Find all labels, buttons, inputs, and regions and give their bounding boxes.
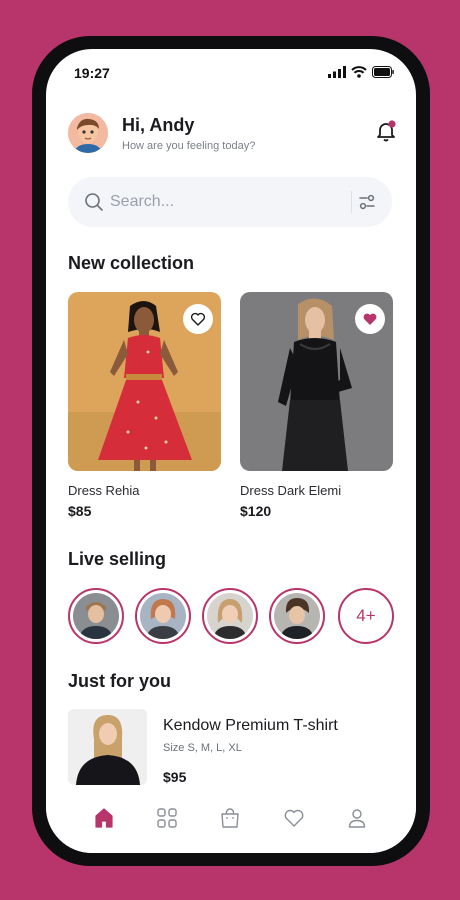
signal-icon xyxy=(328,66,346,78)
search-icon xyxy=(85,193,103,211)
phone-frame: 19:27 Hi, Andy How are you feeling today… xyxy=(32,36,430,866)
heart-filled-icon xyxy=(363,313,377,325)
new-collection-title: New collection xyxy=(68,253,195,273)
search-input[interactable] xyxy=(110,191,330,213)
tab-categories[interactable] xyxy=(154,805,180,831)
product-image xyxy=(68,292,221,471)
just-for-you-title: Just for you xyxy=(68,671,172,691)
status-bar: 19:27 xyxy=(46,49,416,99)
home-icon xyxy=(95,808,113,828)
status-time: 19:27 xyxy=(74,65,110,81)
grid-icon xyxy=(157,808,177,828)
app-screen: 19:27 Hi, Andy How are you feeling today… xyxy=(46,49,416,853)
bell-icon xyxy=(377,120,396,142)
filter-icon[interactable] xyxy=(358,193,376,211)
live-selling-title: Live selling xyxy=(68,549,167,569)
product-card-dress-dark-elemi[interactable]: Dress Dark Elemi $120 xyxy=(240,292,393,519)
status-icons xyxy=(328,66,394,78)
search-divider xyxy=(351,191,352,213)
favorite-button[interactable] xyxy=(355,304,385,334)
greeting-subtitle: How are you feeling today? xyxy=(122,140,256,152)
profile-icon xyxy=(348,809,366,828)
bottom-tab-bar xyxy=(46,785,416,853)
product-price: $120 xyxy=(240,503,272,519)
tab-home[interactable] xyxy=(91,805,117,831)
product-image xyxy=(240,292,393,471)
product-card-dress-rehia[interactable]: Dress Rehia $85 xyxy=(68,292,221,519)
live-seller-avatar[interactable] xyxy=(68,588,124,644)
product-image xyxy=(68,709,147,785)
greeting-header: Hi, Andy How are you feeling today? xyxy=(68,113,398,155)
product-name: Dress Dark Elemi xyxy=(240,483,342,498)
heart-icon xyxy=(284,809,304,827)
notification-dot xyxy=(388,120,396,128)
live-selling-row: 4+ xyxy=(68,588,398,646)
live-seller-avatar[interactable] xyxy=(135,588,191,644)
search-bar xyxy=(68,177,392,227)
product-price: $85 xyxy=(68,503,92,519)
tab-cart[interactable] xyxy=(217,805,243,831)
notification-bell-button[interactable] xyxy=(374,119,398,143)
greeting-text: Hi, Andy xyxy=(122,115,195,135)
tab-favorites[interactable] xyxy=(281,805,307,831)
product-sizes: Size S, M, L, XL xyxy=(163,742,242,754)
live-seller-avatar[interactable] xyxy=(269,588,325,644)
product-name: Dress Rehia xyxy=(68,483,140,498)
product-price: $95 xyxy=(163,769,187,785)
favorite-button[interactable] xyxy=(183,304,213,334)
bag-icon xyxy=(221,808,239,828)
battery-icon xyxy=(372,66,394,78)
tab-profile[interactable] xyxy=(344,805,370,831)
product-name: Kendow Premium T-shirt xyxy=(163,717,338,734)
live-more-button[interactable]: 4+ xyxy=(338,588,394,644)
heart-outline-icon xyxy=(190,312,206,326)
wifi-icon xyxy=(351,66,367,78)
live-seller-avatar[interactable] xyxy=(202,588,258,644)
user-avatar[interactable] xyxy=(68,113,108,153)
